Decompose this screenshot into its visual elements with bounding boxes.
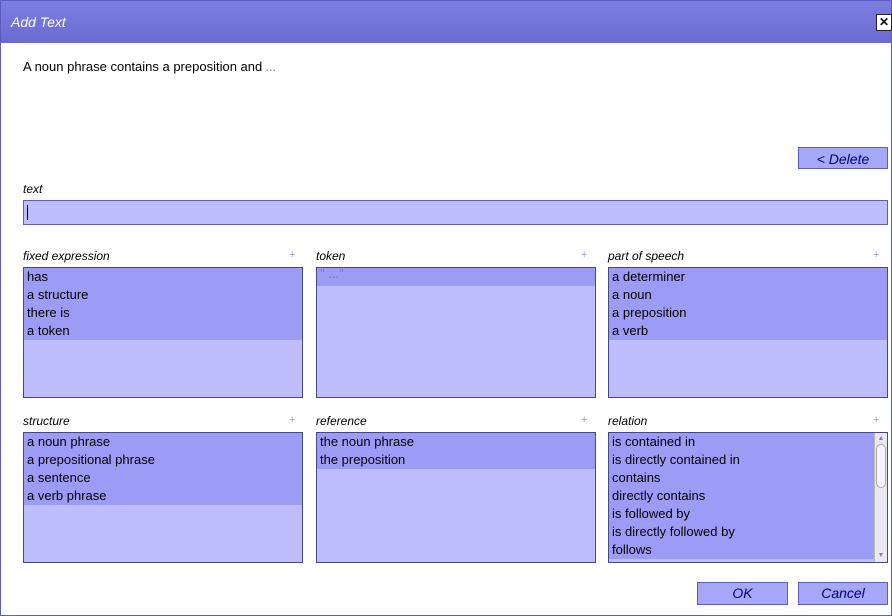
delete-button[interactable]: < Delete [798, 147, 888, 169]
cancel-button[interactable]: Cancel [798, 582, 888, 605]
list-item[interactable]: a determiner [609, 268, 887, 286]
text-input[interactable] [23, 200, 888, 225]
list-item[interactable]: a noun [609, 286, 887, 304]
structure-label: structure [23, 414, 70, 428]
list-item[interactable]: a structure [24, 286, 302, 304]
list-item[interactable]: there is [24, 304, 302, 322]
sentence-ellipsis[interactable]: ... [265, 59, 276, 74]
relation-list[interactable]: is contained in is directly contained in… [608, 432, 888, 563]
list-item[interactable]: a noun phrase [24, 433, 302, 451]
relation-label: relation [608, 414, 648, 428]
fixed-expression-list[interactable]: has a structure there is a token [23, 267, 303, 398]
add-structure-icon[interactable]: + [289, 414, 295, 426]
list-item[interactable]: is directly followed by [609, 523, 874, 541]
add-part-of-speech-icon[interactable]: + [873, 249, 879, 261]
sentence-preview: A noun phrase contains a preposition and… [23, 59, 276, 74]
add-fixed-expression-icon[interactable]: + [289, 249, 295, 261]
list-item[interactable]: is followed by [609, 505, 874, 523]
part-of-speech-list[interactable]: a determiner a noun a preposition a verb [608, 267, 888, 398]
fixed-expression-label: fixed expression [23, 249, 110, 263]
list-item[interactable]: follows [609, 541, 874, 559]
title-bar[interactable]: Add Text ✕ [1, 1, 892, 43]
close-icon[interactable]: ✕ [876, 14, 892, 31]
add-text-dialog: Add Text ✕ A noun phrase contains a prep… [0, 0, 892, 616]
add-relation-icon[interactable]: + [873, 414, 879, 426]
add-token-icon[interactable]: + [581, 249, 587, 261]
list-item[interactable]: directly contains [609, 487, 874, 505]
reference-label: reference [316, 414, 367, 428]
reference-list[interactable]: the noun phrase the preposition [316, 432, 596, 563]
structure-list[interactable]: a noun phrase a prepositional phrase a s… [23, 432, 303, 563]
list-item[interactable]: a verb [609, 322, 887, 340]
part-of-speech-label: part of speech [608, 249, 685, 263]
list-item[interactable]: a preposition [609, 304, 887, 322]
list-item[interactable]: a token [24, 322, 302, 340]
text-caret [27, 205, 28, 220]
token-list[interactable]: " ..." [316, 267, 596, 398]
text-field-label: text [23, 182, 43, 196]
list-item[interactable]: has [24, 268, 302, 286]
list-item[interactable]: a sentence [24, 469, 302, 487]
list-item[interactable]: the noun phrase [317, 433, 595, 451]
scroll-thumb[interactable] [876, 444, 886, 488]
list-item[interactable]: is directly contained in [609, 451, 874, 469]
list-item[interactable]: is contained in [609, 433, 874, 451]
list-item[interactable]: contains [609, 469, 874, 487]
dialog-title: Add Text [11, 14, 66, 30]
list-item[interactable]: " ..." [317, 268, 595, 286]
token-label: token [316, 249, 346, 263]
add-reference-icon[interactable]: + [581, 414, 587, 426]
sentence-text: A noun phrase contains a preposition and [23, 59, 263, 74]
list-item[interactable]: a prepositional phrase [24, 451, 302, 469]
relation-scrollbar[interactable]: ▲ ▼ [874, 433, 887, 562]
list-item[interactable]: a verb phrase [24, 487, 302, 505]
ok-button[interactable]: OK [697, 582, 788, 605]
list-item[interactable]: the preposition [317, 451, 595, 469]
scroll-down-icon[interactable]: ▼ [875, 550, 887, 562]
